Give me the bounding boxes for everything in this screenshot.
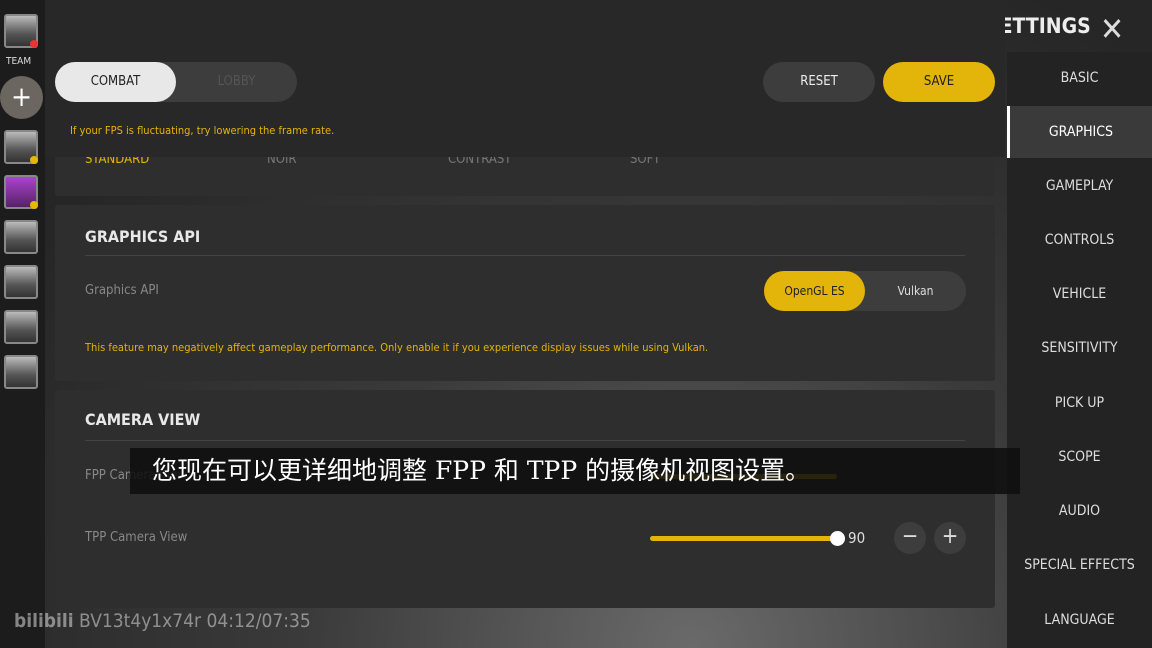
decrease-button[interactable]: − — [894, 522, 926, 554]
sidebar-item-graphics[interactable]: GRAPHICS — [1007, 106, 1152, 158]
teammate-avatar[interactable] — [4, 130, 38, 164]
tab-lobby[interactable]: LOBBY — [176, 62, 297, 102]
teammate-avatar[interactable] — [4, 265, 38, 299]
sidebar-item-sensitivity[interactable]: SENSITIVITY — [1007, 322, 1152, 374]
teammate-avatar[interactable] — [4, 310, 38, 344]
sidebar-item-vehicle[interactable]: VEHICLE — [1007, 268, 1152, 320]
add-team-button[interactable]: + — [0, 76, 43, 119]
divider — [85, 255, 965, 256]
player-avatar[interactable] — [4, 14, 38, 48]
tpp-slider-knob[interactable] — [830, 531, 845, 546]
section-title: GRAPHICS API — [85, 227, 201, 246]
option-vulkan[interactable]: Vulkan — [865, 271, 966, 311]
teammate-avatar[interactable] — [4, 220, 38, 254]
settings-sidebar: BASIC GRAPHICS GAMEPLAY CONTROLS VEHICLE… — [1007, 52, 1152, 648]
sidebar-item-audio[interactable]: AUDIO — [1007, 485, 1152, 537]
bilibili-logo: bilibili — [14, 610, 74, 632]
sidebar-item-gameplay[interactable]: GAMEPLAY — [1007, 160, 1152, 212]
video-id-timestamp: BV13t4y1x74r 04:12/07:35 — [79, 610, 311, 632]
mode-toggle[interactable]: COMBAT LOBBY — [55, 62, 297, 102]
sidebar-item-scope[interactable]: SCOPE — [1007, 431, 1152, 483]
settings-header: COMBAT LOBBY RESET SAVE If your FPS is f… — [45, 0, 1005, 157]
video-watermark: bilibili BV13t4y1x74r 04:12/07:35 — [14, 610, 311, 632]
tpp-slider[interactable] — [650, 536, 837, 541]
team-label: TEAM — [6, 56, 32, 67]
close-icon[interactable]: ✕ — [1100, 10, 1124, 48]
vulkan-warning: This feature may negatively affect gamep… — [85, 341, 709, 354]
divider — [85, 440, 965, 441]
sidebar-item-basic[interactable]: BASIC — [1007, 52, 1152, 104]
option-opengl[interactable]: OpenGL ES — [764, 271, 865, 311]
increase-button[interactable]: + — [934, 522, 966, 554]
graphics-api-label: Graphics API — [85, 283, 159, 298]
reset-button[interactable]: RESET — [763, 62, 875, 102]
camera-view-panel: CAMERA VIEW FPP Camera View TPP Camera V… — [55, 390, 995, 608]
video-subtitle: 您现在可以更详细地调整 FPP 和 TPP 的摄像机视图设置。 — [130, 448, 1020, 494]
section-title: CAMERA VIEW — [85, 410, 201, 429]
sidebar-item-pick-up[interactable]: PICK UP — [1007, 377, 1152, 429]
team-rail: TEAM + — [0, 0, 45, 648]
graphics-api-toggle[interactable]: OpenGL ES Vulkan — [764, 271, 966, 311]
sidebar-item-controls[interactable]: CONTROLS — [1007, 214, 1152, 266]
tpp-value: 90 — [848, 529, 866, 547]
teammate-avatar[interactable] — [4, 175, 38, 209]
teammate-avatar[interactable] — [4, 355, 38, 389]
tpp-camera-label: TPP Camera View — [85, 530, 188, 545]
tab-combat[interactable]: COMBAT — [55, 62, 176, 102]
save-button[interactable]: SAVE — [883, 62, 995, 102]
graphics-api-panel: GRAPHICS API Graphics API OpenGL ES Vulk… — [55, 205, 995, 381]
sidebar-item-special-effects[interactable]: SPECIAL EFFECTS — [1007, 539, 1152, 591]
fps-tip: If your FPS is fluctuating, try lowering… — [70, 124, 335, 137]
sidebar-item-language[interactable]: LANGUAGE — [1007, 594, 1152, 646]
